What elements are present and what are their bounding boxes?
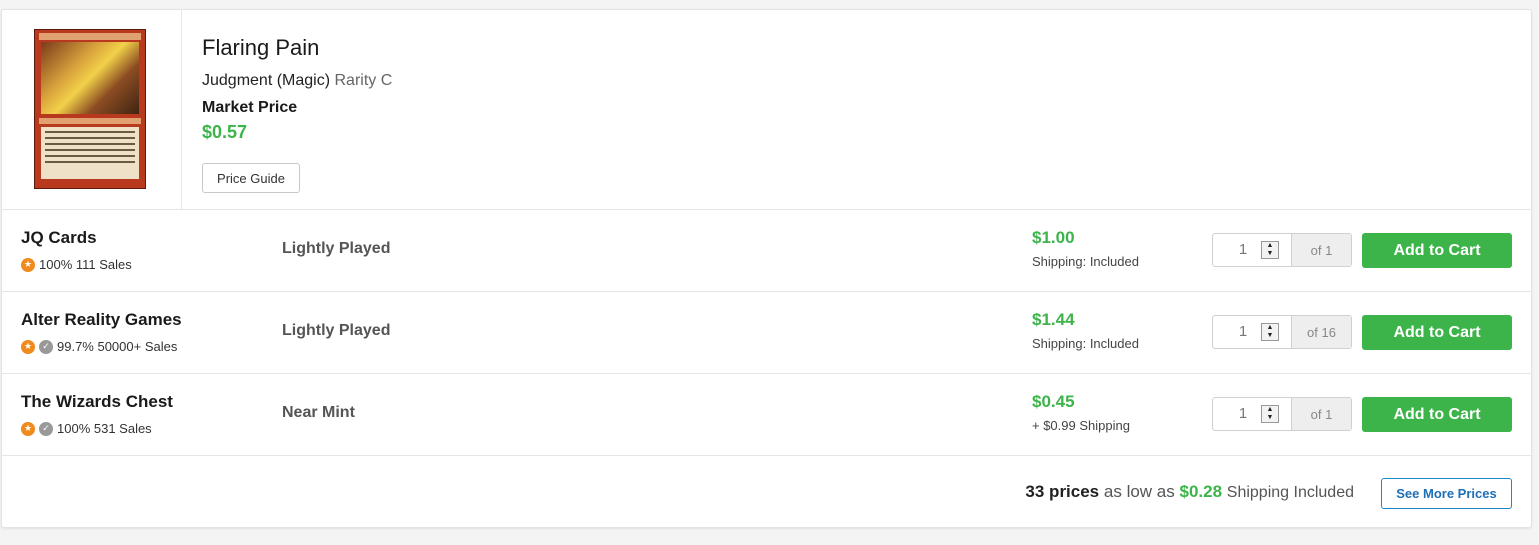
condition: Lightly Played	[282, 240, 391, 257]
market-price-label: Market Price	[202, 99, 298, 116]
shipping-info: + $0.99 Shipping	[1032, 418, 1130, 433]
seller-name[interactable]: The Wizards Chest	[21, 392, 173, 412]
market-price-value: $0.57	[202, 122, 248, 142]
seller-name[interactable]: Alter Reality Games	[21, 310, 182, 330]
rarity: Rarity C	[334, 72, 393, 89]
product-card: Flaring Pain Judgment (Magic) Rarity C M…	[1, 9, 1532, 528]
add-to-cart-button[interactable]: Add to Cart	[1362, 233, 1512, 268]
listing-row: Alter Reality Games ★ ✓ 99.7% 50000+ Sales…	[2, 291, 1531, 374]
shipping-included-text: Shipping Included	[1226, 484, 1354, 501]
price-count: 33 prices	[1025, 482, 1100, 501]
seller-rating: ★ ✓ 100% 531 Sales	[21, 421, 152, 436]
shipping-info: Shipping: Included	[1032, 336, 1139, 351]
spinner-icon[interactable]: ▲ ▼	[1261, 241, 1279, 259]
quantity-input[interactable]: 1 ▲ ▼	[1213, 234, 1292, 266]
product-header: Flaring Pain Judgment (Magic) Rarity C M…	[2, 10, 1531, 210]
listing-price: $1.00	[1032, 228, 1075, 247]
spinner-icon[interactable]: ▲ ▼	[1261, 323, 1279, 341]
quantity-stepper[interactable]: 1 ▲ ▼ of 1	[1212, 233, 1352, 267]
set-name: Judgment (Magic)	[202, 72, 331, 89]
shipping-info: Shipping: Included	[1032, 254, 1139, 269]
lowest-price: $0.28	[1179, 482, 1223, 501]
listing-row: JQ Cards ★ 100% 111 Sales Lightly Played …	[2, 209, 1531, 292]
as-low-as-text: as low as	[1103, 482, 1175, 501]
available-quantity: of 1	[1292, 398, 1351, 430]
add-to-cart-button[interactable]: Add to Cart	[1362, 397, 1512, 432]
verified-check-icon: ✓	[39, 339, 53, 354]
quantity-input[interactable]: 1 ▲ ▼	[1213, 316, 1292, 348]
add-to-cart-button[interactable]: Add to Cart	[1362, 315, 1512, 350]
price-guide-button[interactable]: Price Guide	[202, 163, 300, 193]
see-more-prices-button[interactable]: See More Prices	[1381, 478, 1512, 509]
price-summary: 33 prices as low as $0.28 Shipping Inclu…	[1025, 482, 1354, 502]
seller-rating-text: 99.7% 50000+ Sales	[57, 339, 178, 354]
listing-price: $1.44	[1032, 310, 1075, 329]
quantity-value: 1	[1238, 241, 1248, 258]
condition: Near Mint	[282, 404, 355, 421]
seller-rating: ★ ✓ 99.7% 50000+ Sales	[21, 339, 177, 354]
product-title[interactable]: Flaring Pain	[202, 35, 319, 61]
available-quantity: of 1	[1292, 234, 1351, 266]
listing-footer: 33 prices as low as $0.28 Shipping Inclu…	[2, 456, 1531, 528]
card-image[interactable]	[34, 29, 146, 189]
quantity-stepper[interactable]: 1 ▲ ▼ of 16	[1212, 315, 1352, 349]
available-quantity: of 16	[1292, 316, 1351, 348]
seller-rating-text: 100% 531 Sales	[57, 421, 152, 436]
listing-row: The Wizards Chest ★ ✓ 100% 531 Sales Near …	[2, 373, 1531, 456]
seller-star-icon: ★	[21, 421, 35, 436]
verified-check-icon: ✓	[39, 421, 53, 436]
quantity-input[interactable]: 1 ▲ ▼	[1213, 398, 1292, 430]
seller-rating: ★ 100% 111 Sales	[21, 257, 132, 272]
condition: Lightly Played	[282, 322, 391, 339]
seller-rating-text: 100% 111 Sales	[39, 257, 132, 272]
seller-name[interactable]: JQ Cards	[21, 228, 97, 248]
listing-price: $0.45	[1032, 392, 1075, 411]
product-image-column	[2, 10, 182, 209]
quantity-stepper[interactable]: 1 ▲ ▼ of 1	[1212, 397, 1352, 431]
seller-star-icon: ★	[21, 339, 35, 354]
product-set: Judgment (Magic) Rarity C	[202, 72, 392, 90]
quantity-value: 1	[1238, 323, 1248, 340]
spinner-icon[interactable]: ▲ ▼	[1261, 405, 1279, 423]
seller-star-icon: ★	[21, 257, 35, 272]
quantity-value: 1	[1238, 405, 1248, 422]
